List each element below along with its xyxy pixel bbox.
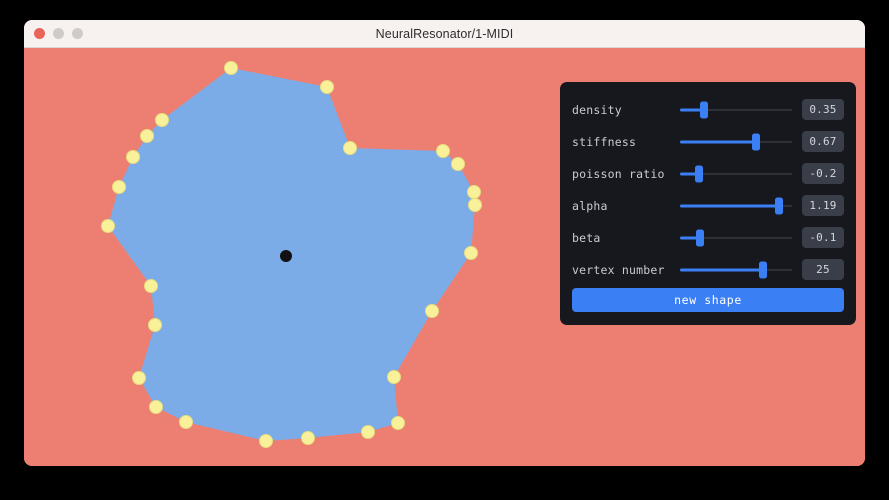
slider-alpha[interactable]: [680, 195, 792, 217]
window-titlebar[interactable]: NeuralResonator/1-MIDI: [24, 20, 865, 48]
vertex-handle[interactable]: [126, 150, 140, 164]
shape-canvas[interactable]: density 0.35 stiffness 0.67 poisson ratio -0.…: [24, 48, 865, 466]
label-density: density: [572, 102, 622, 117]
slider-fill-alpha: [680, 204, 779, 207]
vertex-handle[interactable]: [140, 129, 154, 143]
desktop-background: NeuralResonator/1-MIDI density 0.35 stiffn…: [0, 0, 889, 500]
label-vertex-number: vertex number: [572, 262, 665, 277]
label-poisson-ratio: poisson ratio: [572, 166, 665, 181]
traffic-lights: [34, 20, 83, 47]
new-shape-button[interactable]: new shape: [572, 288, 844, 312]
window-title: NeuralResonator/1-MIDI: [375, 26, 514, 41]
control-row-stiffness: stiffness 0.67: [572, 128, 844, 155]
label-alpha: alpha: [572, 198, 608, 213]
slider-thumb-poisson-ratio[interactable]: [695, 165, 704, 182]
vertex-handle[interactable]: [464, 246, 478, 260]
control-row-beta: beta -0.1: [572, 224, 844, 251]
label-stiffness: stiffness: [572, 134, 637, 149]
slider-thumb-vertex-number[interactable]: [758, 261, 767, 278]
slider-controls-container: density 0.35 stiffness 0.67 poisson ratio -0.…: [572, 96, 844, 283]
vertex-handle[interactable]: [361, 425, 375, 439]
maximize-window-button[interactable]: [72, 28, 83, 39]
vertex-handle[interactable]: [301, 431, 315, 445]
minimize-window-button[interactable]: [53, 28, 64, 39]
slider-thumb-beta[interactable]: [696, 229, 705, 246]
slider-stiffness[interactable]: [680, 131, 792, 153]
value-alpha[interactable]: 1.19: [802, 195, 844, 216]
value-vertex-number[interactable]: 25: [802, 259, 844, 280]
value-beta[interactable]: -0.1: [802, 227, 844, 248]
value-density[interactable]: 0.35: [802, 99, 844, 120]
label-beta: beta: [572, 230, 601, 245]
vertex-handle[interactable]: [101, 219, 115, 233]
control-row-density: density 0.35: [572, 96, 844, 123]
slider-vertex-number[interactable]: [680, 259, 792, 281]
vertex-handle[interactable]: [436, 144, 450, 158]
vertex-handle[interactable]: [391, 416, 405, 430]
vertex-handle[interactable]: [155, 113, 169, 127]
vertex-handle[interactable]: [451, 157, 465, 171]
slider-thumb-density[interactable]: [699, 101, 708, 118]
vertex-handle[interactable]: [425, 304, 439, 318]
vertex-handle[interactable]: [467, 185, 481, 199]
vertex-handle[interactable]: [149, 400, 163, 414]
vertex-handle[interactable]: [259, 434, 273, 448]
vertex-handle[interactable]: [112, 180, 126, 194]
application-window: NeuralResonator/1-MIDI density 0.35 stiffn…: [24, 20, 865, 466]
vertex-handle[interactable]: [144, 279, 158, 293]
vertex-handle[interactable]: [224, 61, 238, 75]
value-stiffness[interactable]: 0.67: [802, 131, 844, 152]
slider-thumb-stiffness[interactable]: [752, 133, 761, 150]
slider-fill-vertex-number: [680, 268, 763, 271]
slider-beta[interactable]: [680, 227, 792, 249]
vertex-handle[interactable]: [148, 318, 162, 332]
slider-fill-stiffness: [680, 140, 757, 143]
slider-density[interactable]: [680, 99, 792, 121]
vertex-handle[interactable]: [320, 80, 334, 94]
vertex-handle[interactable]: [343, 141, 357, 155]
slider-thumb-alpha[interactable]: [774, 197, 783, 214]
slider-poisson-ratio[interactable]: [680, 163, 792, 185]
shape-center-dot: [280, 250, 292, 262]
control-row-alpha: alpha 1.19: [572, 192, 844, 219]
control-row-vertex-number: vertex number 25: [572, 256, 844, 283]
parameter-panel: density 0.35 stiffness 0.67 poisson ratio -0.…: [560, 82, 856, 325]
vertex-handle[interactable]: [179, 415, 193, 429]
vertex-handle[interactable]: [387, 370, 401, 384]
vertex-handle[interactable]: [468, 198, 482, 212]
vertex-handle[interactable]: [132, 371, 146, 385]
control-row-poisson-ratio: poisson ratio -0.2: [572, 160, 844, 187]
value-poisson-ratio[interactable]: -0.2: [802, 163, 844, 184]
close-window-button[interactable]: [34, 28, 45, 39]
